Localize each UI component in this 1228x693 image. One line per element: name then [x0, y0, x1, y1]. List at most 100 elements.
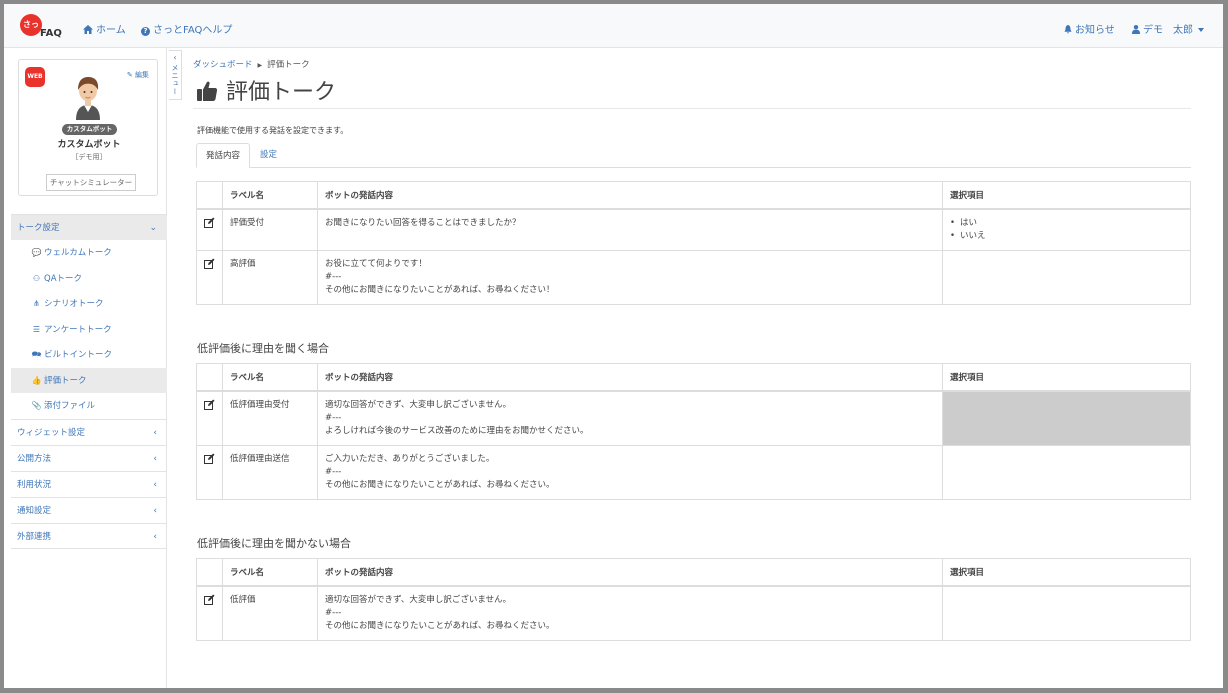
content-line: #---	[325, 412, 342, 423]
table-row: 低評価理由送信 ご入力いただき、ありがとうございました。 #--- その他にお聞…	[196, 444, 1191, 500]
tab-utterance-content[interactable]: 発話内容	[196, 143, 251, 168]
breadcrumb-current: 評価トーク	[267, 60, 310, 70]
chevron-left-icon: ‹	[153, 505, 157, 516]
rating-utterance-table: ラベル名 ボットの発話内容 選択項目 評価受付 お聞きになりたい回答を得ることは…	[196, 181, 1191, 305]
list-item: はい	[950, 217, 1183, 230]
table-header-row: ラベル名 ボットの発話内容 選択項目	[196, 558, 1191, 587]
sidebar-group-notifications[interactable]: 通知設定 ‹	[11, 496, 167, 523]
edit-icon[interactable]	[204, 399, 215, 410]
breadcrumb: ダッシュボード ▶ 評価トーク	[193, 58, 310, 70]
row-options	[942, 585, 1191, 641]
notifications-link[interactable]: お知らせ	[1064, 21, 1115, 36]
sidebar-item-rating-talk[interactable]: 👍 評価トーク	[11, 367, 167, 393]
chevron-left-icon: ‹	[153, 453, 157, 464]
app-window: さっ FAQ ホーム ? さっとFAQヘルプ お知らせ デモ 太郎 WEB ✎ 編…	[4, 4, 1223, 688]
welcome-chat-icon: 💬	[31, 248, 42, 257]
qa-icon: ⚇	[32, 273, 41, 283]
edit-cell	[196, 444, 223, 500]
sidebar-item-label: QAトーク	[44, 273, 83, 284]
logo-text: FAQ	[40, 28, 62, 39]
row-label: 低評価理由受付	[222, 390, 318, 446]
options-column-header: 選択項目	[942, 558, 1191, 587]
sidebar-item-welcome-talk[interactable]: 💬 ウェルカムトーク	[11, 240, 167, 266]
sidebar-item-survey-talk[interactable]: ☰ アンケートトーク	[11, 317, 167, 343]
pencil-icon: ✎	[126, 71, 133, 79]
sidebar-group-label: ウィジェット設定	[17, 427, 86, 438]
sitemap-icon: ⋔	[33, 299, 40, 308]
sidebar-group-usage[interactable]: 利用状況 ‹	[11, 470, 167, 497]
sidebar-item-label: 添付ファイル	[44, 401, 96, 411]
sidebar-item-label: シナリオトーク	[44, 299, 104, 309]
sidebar-group-label: トーク設定	[17, 223, 60, 233]
nav-home-label: ホーム	[96, 25, 126, 36]
sidebar-group-label: 利用状況	[17, 479, 52, 490]
user-menu[interactable]: デモ 太郎	[1132, 21, 1204, 36]
content-tabs: 発話内容 設定	[196, 143, 1191, 168]
edit-cell	[196, 249, 223, 305]
chevron-left-icon: ‹	[173, 53, 177, 62]
sidebar-item-label: アンケートトーク	[44, 324, 112, 335]
edit-icon[interactable]	[204, 453, 215, 464]
content-line: 適切な回答ができず、大変申し訳ございません。	[325, 594, 512, 605]
content-line: 適切な回答ができず、大変申し訳ございません。	[325, 399, 512, 410]
sidebar-item-attachments[interactable]: 📎 添付ファイル	[11, 393, 167, 419]
nav-home-link[interactable]: ホーム	[83, 21, 126, 36]
app-logo[interactable]: さっ FAQ	[20, 14, 66, 42]
row-options	[942, 249, 1191, 305]
tab-settings[interactable]: 設定	[251, 143, 286, 168]
content-line: ご入力いただき、ありがとうございました。	[325, 453, 495, 464]
bot-profile-card: WEB ✎ 編集 カスタムボット カスタムボット ［デモ用］ チャットシミュレー…	[18, 59, 158, 196]
sidebar-group-label: 通知設定	[17, 505, 52, 516]
edit-column-header	[196, 181, 223, 210]
sidebar-group-widget-settings[interactable]: ウィジェット設定 ‹	[11, 418, 167, 445]
row-label: 低評価理由送信	[222, 444, 318, 500]
edit-column-header	[196, 363, 223, 392]
row-label: 高評価	[222, 249, 318, 305]
section-title-ask-reason: 低評価後に理由を聞く場合	[197, 342, 329, 355]
edit-label: 編集	[135, 71, 149, 79]
row-label: 評価受付	[222, 208, 318, 251]
menu-toggle-tab[interactable]: ‹ メニュー	[169, 50, 182, 100]
sidebar-item-label: ビルトイントーク	[44, 350, 113, 360]
row-options-disabled	[942, 390, 1191, 446]
edit-icon[interactable]	[204, 594, 215, 605]
table-row: 低評価理由受付 適切な回答ができず、大変申し訳ございません。 #--- よろしけ…	[196, 390, 1191, 446]
edit-icon[interactable]	[204, 217, 215, 228]
row-options	[942, 444, 1191, 500]
options-column-header: 選択項目	[942, 363, 1191, 392]
sidebar-group-label: 公開方法	[17, 453, 52, 464]
nav-help-label: さっとFAQヘルプ	[153, 25, 233, 36]
edit-profile-link[interactable]: ✎ 編集	[127, 70, 149, 80]
comments-icon: 🗪	[31, 350, 42, 359]
breadcrumb-dashboard-link[interactable]: ダッシュボード	[193, 60, 253, 70]
bot-subtitle: ［デモ用］	[71, 153, 107, 161]
table-header-row: ラベル名 ボットの発話内容 選択項目	[196, 363, 1191, 392]
sidebar-item-builtin-talk[interactable]: 🗪 ビルトイントーク	[11, 342, 167, 368]
edit-icon[interactable]	[204, 258, 215, 269]
table-row: 低評価 適切な回答ができず、大変申し訳ございません。 #--- その他にお聞きに…	[196, 585, 1191, 641]
caret-down-icon	[1198, 28, 1204, 32]
sidebar-group-integrations[interactable]: 外部連携 ‹	[11, 522, 167, 549]
label-column-header: ラベル名	[222, 363, 318, 392]
chat-simulator-button[interactable]: チャットシミュレーター	[46, 174, 136, 191]
sidebar-item-scenario-talk[interactable]: ⋔ シナリオトーク	[11, 291, 167, 317]
sidebar-group-talk-settings[interactable]: トーク設定 ⌄	[11, 214, 167, 240]
user-name: デモ 太郎	[1143, 25, 1193, 36]
question-circle-icon: ?	[141, 27, 150, 36]
user-icon	[1132, 25, 1140, 34]
sidebar-group-publish[interactable]: 公開方法 ‹	[11, 444, 167, 471]
label-column-header: ラベル名	[222, 558, 318, 587]
low-rating-with-reason-table: ラベル名 ボットの発話内容 選択項目 低評価理由受付 適切な回答ができず、大変申…	[196, 363, 1191, 500]
breadcrumb-separator-icon: ▶	[257, 62, 263, 69]
row-label: 低評価	[222, 585, 318, 641]
nav-help-link[interactable]: ? さっとFAQヘルプ	[141, 21, 232, 36]
sidebar-item-qa-talk[interactable]: ⚇ QAトーク	[11, 266, 167, 292]
notifications-label: お知らせ	[1075, 25, 1115, 36]
row-content: お役に立てて何よりです！ #--- その他にお聞きになりたいことがあれば、お尋ね…	[317, 249, 943, 305]
home-icon	[83, 25, 93, 34]
content-column-header: ボットの発話内容	[317, 181, 943, 210]
web-badge: WEB	[25, 67, 45, 87]
chevron-left-icon: ‹	[153, 427, 157, 438]
content-column-header: ボットの発話内容	[317, 363, 943, 392]
page-description: 評価機能で使用する発話を設定できます。	[197, 126, 349, 135]
